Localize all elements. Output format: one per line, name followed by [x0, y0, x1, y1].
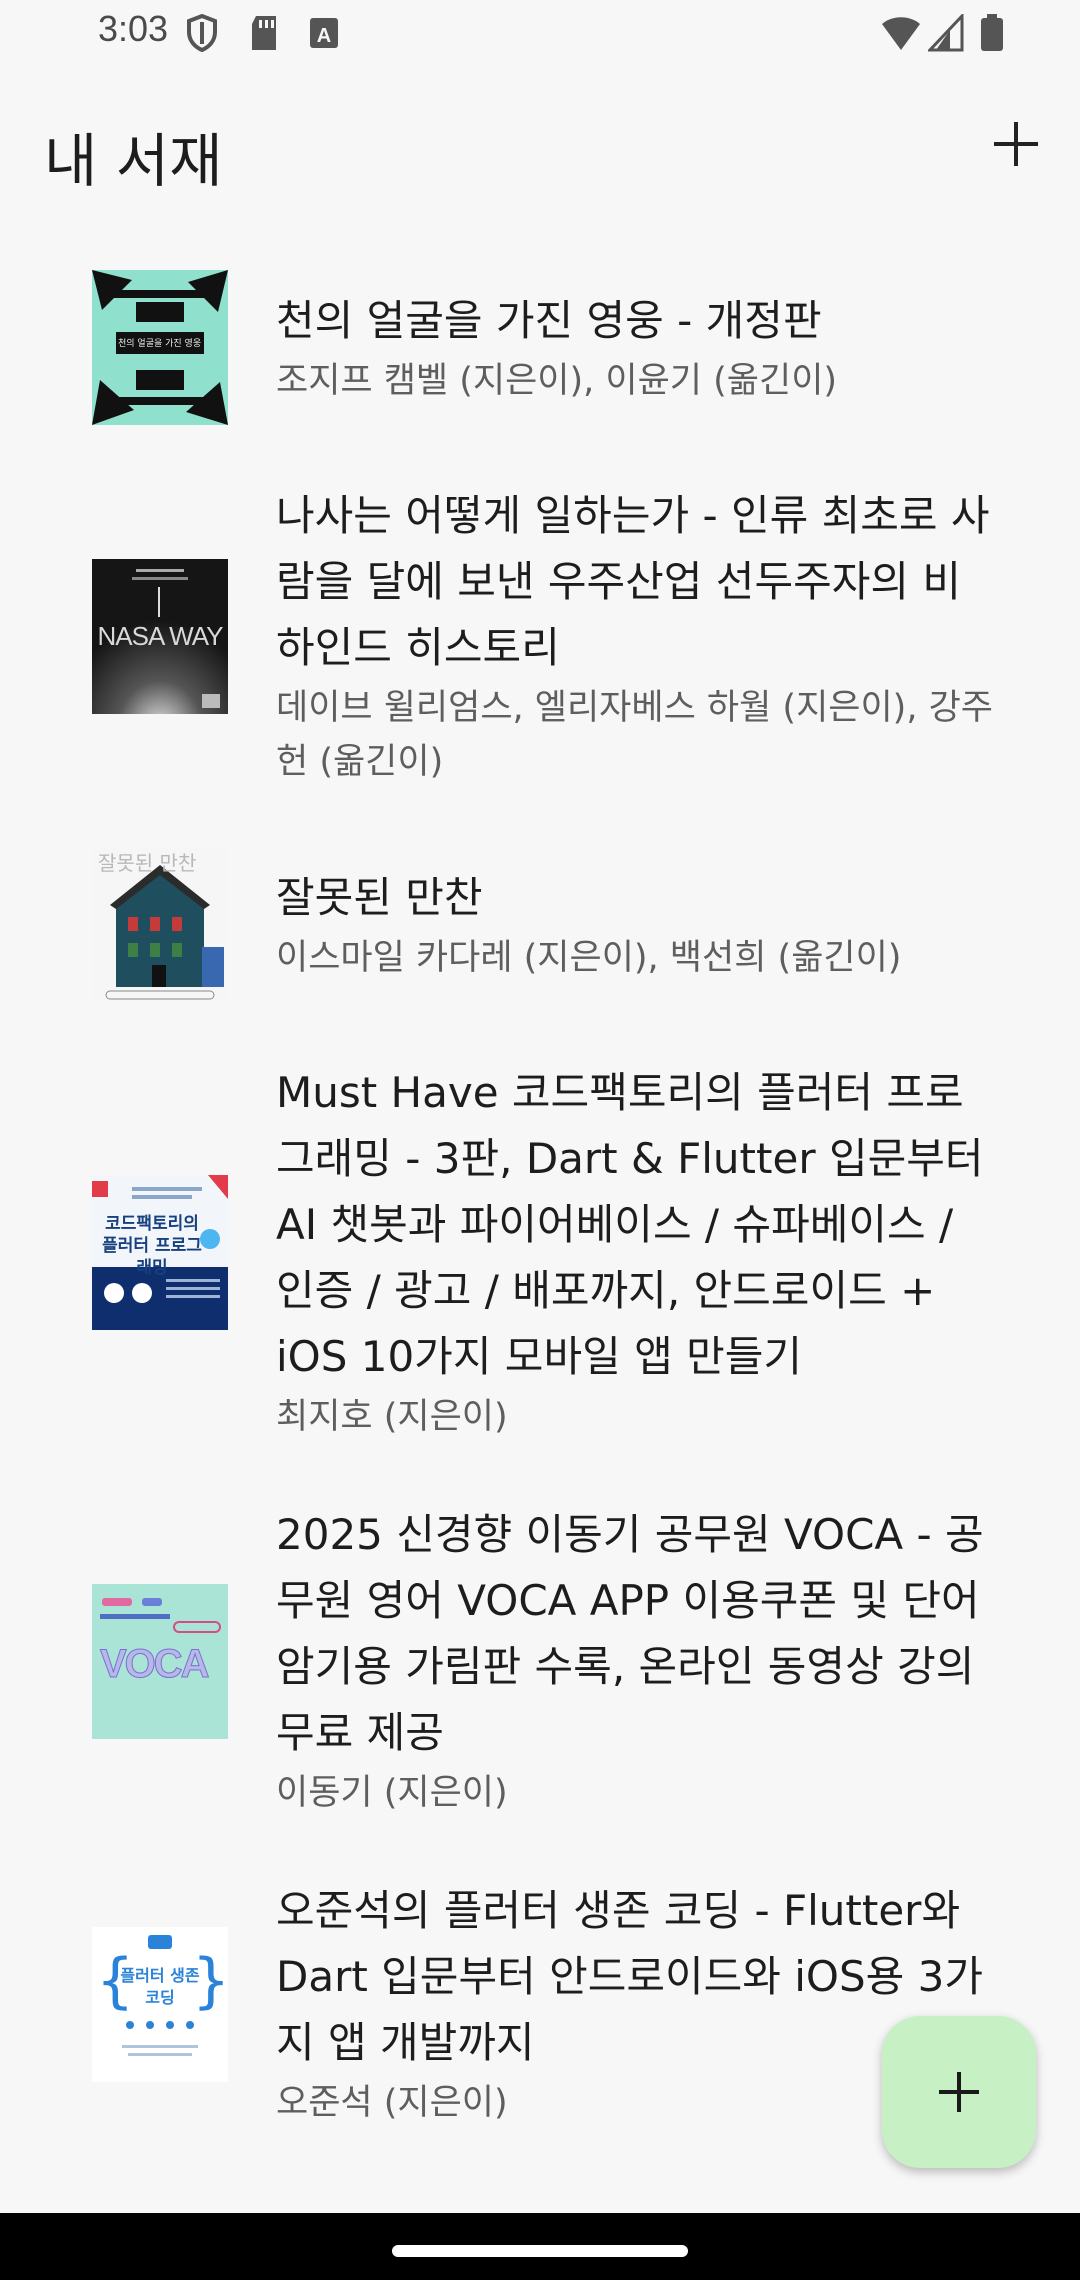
list-item[interactable]: 잘못된 만찬 잘못된 만찬 이스마일 카다레 (지은이), 백선희 (옮긴이) — [0, 847, 1080, 1002]
add-fab-button[interactable] — [882, 2016, 1036, 2168]
book-cover: NASA WAY — [92, 558, 228, 714]
book-cover: 천의 얼굴을 가진 영웅 — [92, 270, 228, 425]
list-item[interactable]: NASA WAY 나사는 어떻게 일하는가 - 인류 최초로 사람을 달에 보낸… — [0, 483, 1080, 789]
book-title: 잘못된 만찬 — [276, 872, 483, 922]
cell-signal-icon — [928, 14, 964, 52]
cover-title: NASA WAY — [97, 620, 224, 651]
book-author: 이스마일 카다레 (지은이), 백선희 (옮긴이) — [276, 937, 902, 978]
wifi-icon — [882, 17, 920, 50]
cover-title: 코드팩토리의 플러터 프로그래밍 — [102, 1213, 202, 1278]
cover-title: 천의 얼굴을 가진 영웅 — [118, 339, 202, 349]
book-cover: 잘못된 만찬 — [92, 847, 228, 1002]
book-cover: { } 플러터 생존코딩 — [92, 1926, 228, 2082]
book-author: 최지호 (지은이) — [276, 1397, 508, 1437]
svg-text:A: A — [317, 25, 331, 47]
sd-card-icon — [252, 16, 276, 50]
list-item[interactable]: 천의 얼굴을 가진 영웅 천의 얼굴을 가진 영웅 - 개정판 조지프 캠벨 (… — [0, 270, 1080, 425]
book-title: 2025 신경향 이동기 공무원 VOCA - 공무원 영어 VOCA APP … — [276, 1510, 984, 1757]
cover-title: VOCA — [100, 1641, 211, 1686]
book-list: 천의 얼굴을 가진 영웅 천의 얼굴을 가진 영웅 - 개정판 조지프 캠벨 (… — [0, 270, 1080, 2188]
cover-title: 잘못된 만찬 — [98, 851, 197, 875]
book-cover: 코드팩토리의 플러터 프로그래밍 — [92, 1174, 228, 1330]
home-gesture-handle[interactable] — [392, 2245, 688, 2257]
book-author: 조지프 캠벨 (지은이), 이윤기 (옮긴이) — [276, 360, 838, 401]
text-a-icon: A — [310, 18, 338, 48]
status-time: 3:03 — [98, 8, 169, 49]
plus-icon — [939, 2072, 979, 2112]
page-title: 내 서재 — [44, 127, 223, 195]
book-title: 나사는 어떻게 일하는가 - 인류 최초로 사람을 달에 보낸 우주산업 선두주… — [276, 491, 990, 672]
battery-icon — [981, 14, 1003, 51]
status-bar: 3:03 A — [0, 0, 1080, 70]
system-nav-bar — [0, 2213, 1080, 2280]
add-book-button[interactable] — [980, 108, 1052, 180]
list-item[interactable]: 코드팩토리의 플러터 프로그래밍 Must Have 코드팩토리의 플러터 프로… — [0, 1060, 1080, 1444]
app-bar: 내 서재 — [0, 90, 1080, 200]
cover-title: 플러터 생존코딩 — [120, 1965, 200, 2007]
book-cover: VOCA — [92, 1583, 228, 1739]
book-title: 천의 얼굴을 가진 영웅 - 개정판 — [276, 295, 822, 345]
book-author: 이동기 (지은이) — [276, 1773, 508, 1813]
book-title: Must Have 코드팩토리의 플러터 프로그래밍 - 3판, Dart & … — [276, 1068, 984, 1381]
book-author: 데이브 윌리엄스, 엘리자베스 하월 (지은이), 강주헌 (옮긴이) — [276, 688, 993, 782]
list-item[interactable]: VOCA 2025 신경향 이동기 공무원 VOCA - 공무원 영어 VOCA… — [0, 1502, 1080, 1820]
plus-icon — [994, 122, 1038, 166]
shield-icon — [187, 14, 217, 52]
